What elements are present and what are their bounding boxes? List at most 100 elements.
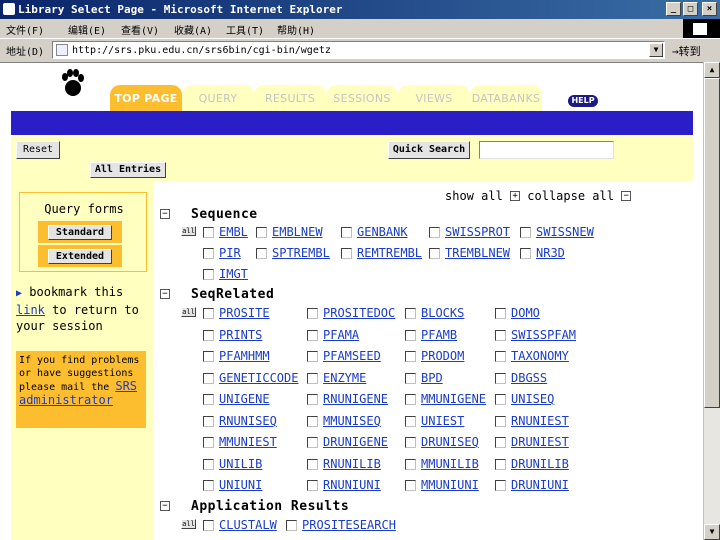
databank-link[interactable]: PRINTS [219, 328, 262, 342]
databank-checkbox[interactable] [495, 394, 506, 405]
databank-link[interactable]: NR3D [536, 246, 565, 260]
menu-tools[interactable]: 工具(T) [226, 22, 264, 37]
databank-link[interactable]: MMUNIGENE [421, 392, 486, 406]
databank-link[interactable]: MMUNIUNI [421, 478, 479, 492]
databank-link[interactable]: PFAMHMM [219, 349, 270, 363]
databank-link[interactable]: TAXONOMY [511, 349, 569, 363]
tab-top-page[interactable]: TOP PAGE [110, 85, 182, 111]
databank-checkbox[interactable] [203, 459, 214, 470]
tab-sessions[interactable]: SESSIONS [326, 85, 398, 111]
databank-checkbox[interactable] [495, 437, 506, 448]
show-all-plus-icon[interactable]: + [510, 191, 521, 201]
menu-edit[interactable]: 编辑(E) [68, 22, 106, 37]
databank-link[interactable]: PROSITESEARCH [302, 518, 396, 532]
select-all-application-results-button[interactable]: all [181, 519, 196, 529]
databank-link[interactable]: BPD [421, 371, 443, 385]
databank-checkbox[interactable] [256, 227, 267, 238]
databank-checkbox[interactable] [405, 394, 416, 405]
databank-link[interactable]: PFAMB [421, 328, 457, 342]
databank-link[interactable]: RNUNIUNI [323, 478, 381, 492]
databank-checkbox[interactable] [495, 373, 506, 384]
databank-checkbox[interactable] [405, 308, 416, 319]
menu-help[interactable]: 帮助(H) [277, 22, 315, 37]
databank-checkbox[interactable] [307, 373, 318, 384]
databank-link[interactable]: UNIEST [421, 414, 464, 428]
all-entries-button[interactable]: All Entries [90, 162, 166, 178]
databank-link[interactable]: RNUNIEST [511, 414, 569, 428]
databank-link[interactable]: PIR [219, 246, 241, 260]
collapse-application-results-icon[interactable]: − [160, 501, 170, 511]
select-all-seqrelated-button[interactable]: all [181, 307, 196, 317]
databank-checkbox[interactable] [307, 416, 318, 427]
databank-checkbox[interactable] [495, 351, 506, 362]
databank-checkbox[interactable] [520, 227, 531, 238]
databank-link[interactable]: UNIGENE [219, 392, 270, 406]
databank-checkbox[interactable] [203, 373, 214, 384]
databank-checkbox[interactable] [203, 394, 214, 405]
menu-favorites[interactable]: 收藏(A) [174, 22, 212, 37]
collapse-seqrelated-icon[interactable]: − [160, 289, 170, 299]
select-all-sequence-button[interactable]: all [181, 226, 196, 236]
databank-link[interactable]: MMUNILIB [421, 457, 479, 471]
databank-link[interactable]: CLUSTALW [219, 518, 277, 532]
bookmark-link[interactable]: link [16, 303, 45, 317]
collapse-all-minus-icon[interactable]: − [621, 191, 632, 201]
databank-checkbox[interactable] [203, 308, 214, 319]
databank-link[interactable]: SPTREMBL [272, 246, 330, 260]
databank-checkbox[interactable] [203, 227, 214, 238]
maximize-button[interactable]: □ [683, 2, 698, 16]
scrollbar-thumb[interactable] [704, 78, 720, 408]
databank-checkbox[interactable] [495, 459, 506, 470]
databank-checkbox[interactable] [307, 480, 318, 491]
quick-search-button[interactable]: Quick Search [388, 141, 470, 159]
minimize-button[interactable]: _ [666, 2, 681, 16]
databank-link[interactable]: TREMBLNEW [445, 246, 510, 260]
tab-query[interactable]: QUERY [182, 85, 254, 111]
databank-link[interactable]: UNISEQ [511, 392, 554, 406]
address-input[interactable]: http://srs.pku.edu.cn/srs6bin/cgi-bin/wg… [52, 41, 665, 59]
databank-checkbox[interactable] [495, 330, 506, 341]
databank-link[interactable]: MMUNISEQ [323, 414, 381, 428]
databank-link[interactable]: DRUNILIB [511, 457, 569, 471]
databank-checkbox[interactable] [405, 437, 416, 448]
databank-link[interactable]: BLOCKS [421, 306, 464, 320]
databank-link[interactable]: EMBL [219, 225, 248, 239]
databank-checkbox[interactable] [495, 416, 506, 427]
quick-search-input[interactable] [479, 141, 614, 159]
databank-checkbox[interactable] [203, 330, 214, 341]
databank-checkbox[interactable] [307, 330, 318, 341]
databank-link[interactable]: DRUNIEST [511, 435, 569, 449]
databank-checkbox[interactable] [203, 269, 214, 280]
databank-link[interactable]: MMUNIEST [219, 435, 277, 449]
databank-link[interactable]: PRODOM [421, 349, 464, 363]
databank-checkbox[interactable] [405, 373, 416, 384]
standard-form-button[interactable]: Standard [48, 225, 112, 240]
databank-link[interactable]: PFAMSEED [323, 349, 381, 363]
tab-views[interactable]: VIEWS [398, 85, 470, 111]
menu-file[interactable]: 文件(F) [6, 22, 44, 37]
databank-checkbox[interactable] [405, 330, 416, 341]
menu-view[interactable]: 查看(V) [121, 22, 159, 37]
databank-link[interactable]: GENETICCODE [219, 371, 298, 385]
databank-link[interactable]: EMBLNEW [272, 225, 323, 239]
databank-checkbox[interactable] [429, 248, 440, 259]
databank-link[interactable]: IMGT [219, 267, 248, 281]
databank-checkbox[interactable] [256, 248, 267, 259]
databank-link[interactable]: GENBANK [357, 225, 408, 239]
databank-checkbox[interactable] [405, 480, 416, 491]
databank-checkbox[interactable] [405, 416, 416, 427]
databank-link[interactable]: RNUNILIB [323, 457, 381, 471]
databank-checkbox[interactable] [341, 227, 352, 238]
databank-checkbox[interactable] [405, 351, 416, 362]
databank-checkbox[interactable] [203, 480, 214, 491]
databank-checkbox[interactable] [286, 520, 297, 531]
address-dropdown-icon[interactable]: ▼ [649, 43, 663, 57]
databank-checkbox[interactable] [307, 351, 318, 362]
databank-link[interactable]: PFAMA [323, 328, 359, 342]
reset-button[interactable]: Reset [16, 141, 60, 159]
databank-link[interactable]: DRUNIUNI [511, 478, 569, 492]
tab-results[interactable]: RESULTS [254, 85, 326, 111]
databank-checkbox[interactable] [405, 459, 416, 470]
databank-checkbox[interactable] [203, 248, 214, 259]
databank-link[interactable]: ENZYME [323, 371, 366, 385]
